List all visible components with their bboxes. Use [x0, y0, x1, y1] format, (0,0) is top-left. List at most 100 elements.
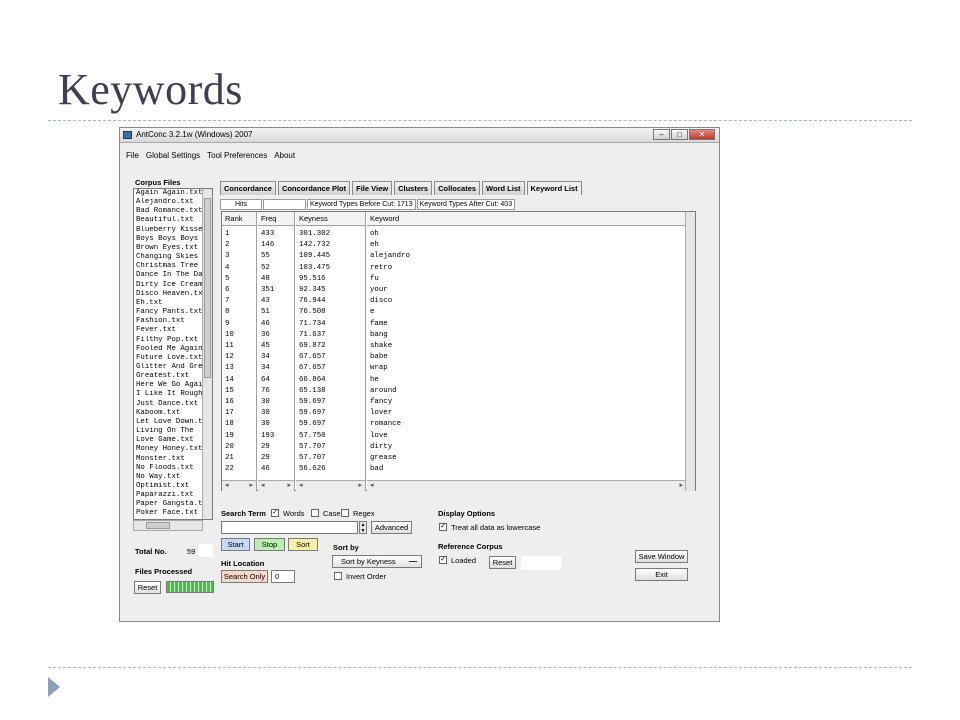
regex-checkbox[interactable] — [341, 509, 349, 517]
advanced-button[interactable]: Advanced — [371, 521, 412, 534]
close-icon[interactable]: ✕ — [689, 129, 715, 140]
corpus-file-item[interactable]: Brown Eyes.txt — [134, 244, 202, 253]
corpus-file-item[interactable]: Dance In The Dark — [134, 271, 202, 280]
corpus-file-item[interactable]: No Floods.txt — [134, 464, 202, 473]
corpus-file-item[interactable]: Blueberry Kisses — [134, 226, 202, 235]
corpus-file-item[interactable]: Bad Romance.txt — [134, 207, 202, 216]
corpus-file-item[interactable]: I Like It Rough — [134, 390, 202, 399]
keyword-cell[interactable]: babe — [367, 352, 686, 363]
keyword-header[interactable]: Keyword — [367, 212, 686, 226]
results-vertical-scrollbar[interactable] — [685, 212, 695, 491]
words-checkbox[interactable]: ✓ — [271, 509, 279, 517]
corpus-file-item[interactable]: Future Love.txt — [134, 354, 202, 363]
keyword-cell[interactable]: fancy — [367, 397, 686, 408]
corpus-file-item[interactable]: Fancy Pants.txt — [134, 308, 202, 317]
corpus-file-item[interactable]: Eh.txt — [134, 299, 202, 308]
corpus-file-item[interactable]: Kaboom.txt — [134, 409, 202, 418]
keyword-cell[interactable]: love — [367, 431, 686, 442]
corpus-file-item[interactable]: Fooled Me Again — [134, 345, 202, 354]
stop-button[interactable]: Stop — [254, 538, 285, 551]
minimize-icon[interactable]: – — [653, 129, 670, 140]
keyword-cell[interactable]: alejandro — [367, 251, 686, 262]
corpus-vertical-scrollbar[interactable] — [202, 189, 212, 519]
case-checkbox[interactable] — [311, 509, 319, 517]
menu-about[interactable]: About — [274, 149, 295, 162]
keyword-cell[interactable]: bang — [367, 330, 686, 341]
search-input[interactable] — [221, 521, 358, 534]
keyword-cell[interactable]: around — [367, 386, 686, 397]
corpus-hscroll-thumb[interactable] — [146, 522, 170, 529]
tab-clusters[interactable]: Clusters — [394, 181, 433, 195]
tab-concordance[interactable]: Concordance — [220, 181, 276, 195]
tab-keyword-list[interactable]: Keyword List — [526, 181, 582, 195]
keyword-cell[interactable]: oh — [367, 229, 686, 240]
keyword-cell[interactable]: fu — [367, 274, 686, 285]
corpus-file-item[interactable]: Christmas Tree — [134, 262, 202, 271]
corpus-file-item[interactable]: Monster.txt — [134, 455, 202, 464]
start-button[interactable]: Start — [221, 538, 250, 551]
keyword-column-scrollbar[interactable]: ◂ ▸ — [367, 480, 686, 491]
freq-header[interactable]: Freq — [258, 212, 294, 226]
keyword-cell[interactable]: bad — [367, 464, 686, 475]
rank-header[interactable]: Rank — [222, 212, 256, 226]
corpus-reset-button[interactable]: Reset — [134, 581, 161, 594]
keyword-cell[interactable]: lover — [367, 408, 686, 419]
corpus-file-item[interactable]: Beautiful.txt — [134, 216, 202, 225]
corpus-file-item[interactable]: Glitter And Grease — [134, 363, 202, 372]
corpus-file-item[interactable]: Let Love Down.txt — [134, 418, 202, 427]
corpus-file-item[interactable]: Living On The — [134, 427, 202, 436]
keyword-cell[interactable]: he — [367, 375, 686, 386]
corpus-file-item[interactable]: Boys Boys Boys — [134, 235, 202, 244]
corpus-file-item[interactable]: Disco Heaven.txt — [134, 290, 202, 299]
tab-file-view[interactable]: File View — [352, 181, 393, 195]
keyword-cell[interactable]: romance — [367, 419, 686, 430]
tab-word-list[interactable]: Word List — [482, 181, 525, 195]
tab-concordance-plot[interactable]: Concordance Plot — [277, 181, 351, 195]
reference-reset-button[interactable]: Reset — [489, 556, 516, 569]
corpus-file-item[interactable]: Money Honey.txt — [134, 445, 202, 454]
exit-button[interactable]: Exit — [635, 568, 688, 581]
search-only-button[interactable]: Search Only — [221, 570, 268, 583]
keyword-cell[interactable]: dirty — [367, 442, 686, 453]
menu-tool-preferences[interactable]: Tool Preferences — [207, 149, 267, 162]
corpus-file-item[interactable]: Poker Face.txt — [134, 509, 202, 518]
keyword-cell[interactable]: disco — [367, 296, 686, 307]
keyword-cell[interactable]: your — [367, 285, 686, 296]
corpus-file-item[interactable]: Here We Go Again — [134, 381, 202, 390]
corpus-file-item[interactable]: Paper Gangsta.txt — [134, 500, 202, 509]
freq-column-scrollbar[interactable]: ◂ ▸ — [258, 480, 294, 491]
corpus-scroll-thumb[interactable] — [204, 198, 211, 378]
menu-file[interactable]: File — [126, 149, 139, 162]
keyword-cell[interactable]: fame — [367, 319, 686, 330]
corpus-file-item[interactable]: Alejandro.txt — [134, 198, 202, 207]
corpus-file-item[interactable]: Filthy Pop.txt — [134, 336, 202, 345]
corpus-file-item[interactable]: Fever.txt — [134, 326, 202, 335]
invert-order-checkbox[interactable] — [334, 572, 342, 580]
menu-global-settings[interactable]: Global Settings — [146, 149, 200, 162]
keyword-cell[interactable]: grease — [367, 453, 686, 464]
corpus-file-item[interactable]: No Way.txt — [134, 473, 202, 482]
sort-by-select[interactable]: Sort by Keyness — [332, 555, 422, 568]
loaded-checkbox[interactable]: ✓ — [439, 556, 447, 564]
keyword-cell[interactable]: retro — [367, 263, 686, 274]
hit-location-input[interactable]: 0 — [271, 570, 295, 583]
corpus-file-item[interactable]: Just Dance.txt — [134, 400, 202, 409]
keyword-cell[interactable]: shake — [367, 341, 686, 352]
sort-button[interactable]: Sort — [288, 538, 318, 551]
keyword-cell[interactable]: eh — [367, 240, 686, 251]
corpus-horizontal-scrollbar[interactable] — [133, 520, 203, 531]
corpus-file-item[interactable]: Greatest.txt — [134, 372, 202, 381]
corpus-file-item[interactable]: Paparazzi.txt — [134, 491, 202, 500]
rank-column-scrollbar[interactable]: ◂ ▸ — [222, 480, 256, 491]
keyword-cell[interactable]: wrap — [367, 363, 686, 374]
corpus-file-item[interactable]: Changing Skies — [134, 253, 202, 262]
lowercase-checkbox[interactable]: ✓ — [439, 523, 447, 531]
save-window-button[interactable]: Save Window — [635, 550, 688, 563]
corpus-file-item[interactable]: Optimist.txt — [134, 482, 202, 491]
corpus-files-list[interactable]: Again Again.txt Alejandro.txt Bad Romance.… — [133, 188, 213, 520]
corpus-file-item[interactable]: Love Game.txt — [134, 436, 202, 445]
keyness-column-scrollbar[interactable]: ◂ ▸ — [296, 480, 365, 491]
keyword-cell[interactable]: e — [367, 307, 686, 318]
corpus-file-item[interactable]: Dirty Ice Cream — [134, 281, 202, 290]
maximize-icon[interactable]: □ — [671, 129, 688, 140]
